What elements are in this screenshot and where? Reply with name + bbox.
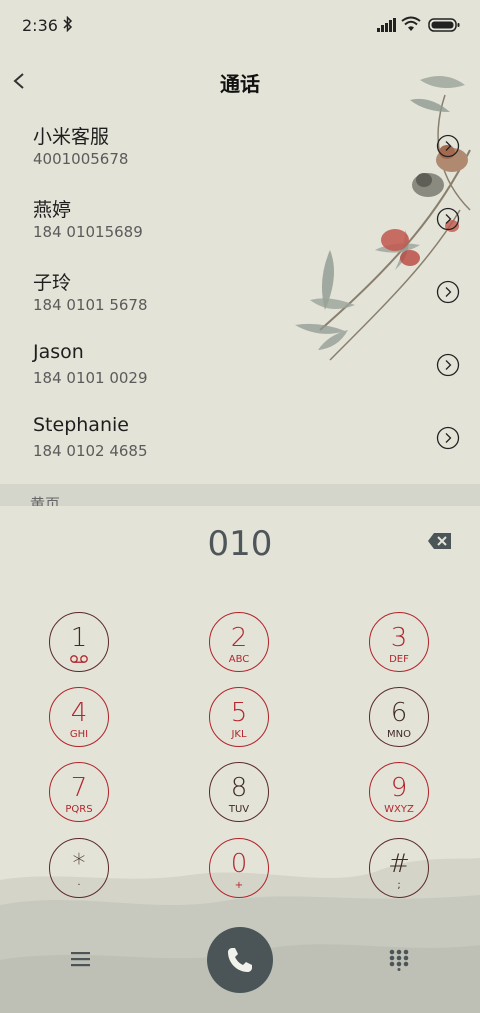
- battery-icon: [428, 18, 460, 32]
- key-8[interactable]: 8 TUV: [209, 762, 269, 822]
- contact-number: 184 01015689: [33, 223, 143, 241]
- key-letters: +: [234, 880, 244, 891]
- status-time: 2:36: [22, 16, 58, 35]
- phone-icon: [228, 948, 252, 972]
- dialpad-grid-icon[interactable]: [389, 949, 409, 971]
- key-digit: 8: [230, 773, 248, 803]
- key-0[interactable]: 0 +: [209, 838, 269, 898]
- contact-name: 小米客服: [33, 126, 110, 148]
- key-hash[interactable]: # ;: [369, 838, 429, 898]
- section-label: 黄页: [30, 495, 61, 506]
- key-letters: MNO: [387, 729, 411, 740]
- contact-row[interactable]: 子玲 184 0101 5678: [0, 256, 480, 329]
- contact-number: 184 0101 0029: [33, 369, 148, 387]
- key-9[interactable]: 9 WXYZ: [369, 762, 429, 822]
- key-letters: TUV: [228, 804, 250, 815]
- key-letters: DEF: [389, 654, 409, 665]
- contact-detail-chevron-icon[interactable]: [436, 426, 460, 450]
- key-digit: 4: [70, 698, 88, 728]
- key-digit: *: [72, 849, 86, 879]
- contact-detail-chevron-icon[interactable]: [436, 207, 460, 231]
- header: 通话: [0, 56, 480, 106]
- key-digit: 1: [70, 623, 88, 653]
- key-letters: JKL: [231, 729, 247, 740]
- key-letters: PQRS: [65, 804, 93, 815]
- contact-number: 184 0102 4685: [33, 442, 148, 460]
- contact-name: Stephanie: [33, 414, 129, 436]
- key-letters: ABC: [228, 654, 250, 665]
- contact-name: Jason: [33, 341, 84, 363]
- hamburger-menu-icon[interactable]: [71, 951, 91, 967]
- contact-name: 子玲: [33, 272, 72, 294]
- dialed-number-display: 010: [207, 524, 273, 564]
- key-2[interactable]: 2 ABC: [209, 612, 269, 672]
- key-digit: 2: [230, 623, 248, 653]
- key-3[interactable]: 3 DEF: [369, 612, 429, 672]
- key-digit: #: [388, 849, 410, 879]
- key-digit: 5: [230, 698, 248, 728]
- key-digit: 9: [390, 773, 408, 803]
- key-letters: GHI: [69, 729, 89, 740]
- key-star[interactable]: * ·: [49, 838, 109, 898]
- contact-number: 4001005678: [33, 150, 129, 168]
- key-letters: WXYZ: [384, 804, 414, 815]
- key-7[interactable]: 7 PQRS: [49, 762, 109, 822]
- page-title: 通话: [220, 72, 260, 96]
- key-4[interactable]: 4 GHI: [49, 687, 109, 747]
- backspace-icon[interactable]: [427, 531, 453, 551]
- key-5[interactable]: 5 JKL: [209, 687, 269, 747]
- section-header-yellow-pages: 黄页: [0, 484, 480, 506]
- wifi-icon: [401, 16, 421, 31]
- contact-detail-chevron-icon[interactable]: [436, 280, 460, 304]
- key-digit: 7: [70, 773, 88, 803]
- status-bar: 2:36: [0, 0, 480, 52]
- contact-row[interactable]: 燕婷 184 01015689: [0, 183, 480, 256]
- signal-icon: [377, 18, 396, 32]
- contact-detail-chevron-icon[interactable]: [436, 134, 460, 158]
- key-letters: ·: [77, 880, 81, 891]
- call-button[interactable]: [207, 927, 273, 993]
- bottom-action-bar: [0, 925, 480, 995]
- key-1[interactable]: 1: [49, 612, 109, 672]
- contact-number: 184 0101 5678: [33, 296, 148, 314]
- contact-detail-chevron-icon[interactable]: [436, 353, 460, 377]
- contact-row[interactable]: 小米客服 4001005678: [0, 110, 480, 183]
- key-digit: 3: [390, 623, 408, 653]
- key-digit: 0: [230, 849, 248, 879]
- voicemail-icon: [70, 655, 88, 663]
- contact-row[interactable]: Stephanie 184 0102 4685: [0, 402, 480, 475]
- key-digit: 6: [390, 698, 408, 728]
- contact-list: 小米客服 4001005678 燕婷 184 01015689 子玲 184 0…: [0, 110, 480, 475]
- bluetooth-icon: [63, 16, 73, 32]
- key-letters: ;: [397, 880, 401, 891]
- key-6[interactable]: 6 MNO: [369, 687, 429, 747]
- contact-row[interactable]: Jason 184 0101 0029: [0, 329, 480, 402]
- contact-name: 燕婷: [33, 199, 72, 221]
